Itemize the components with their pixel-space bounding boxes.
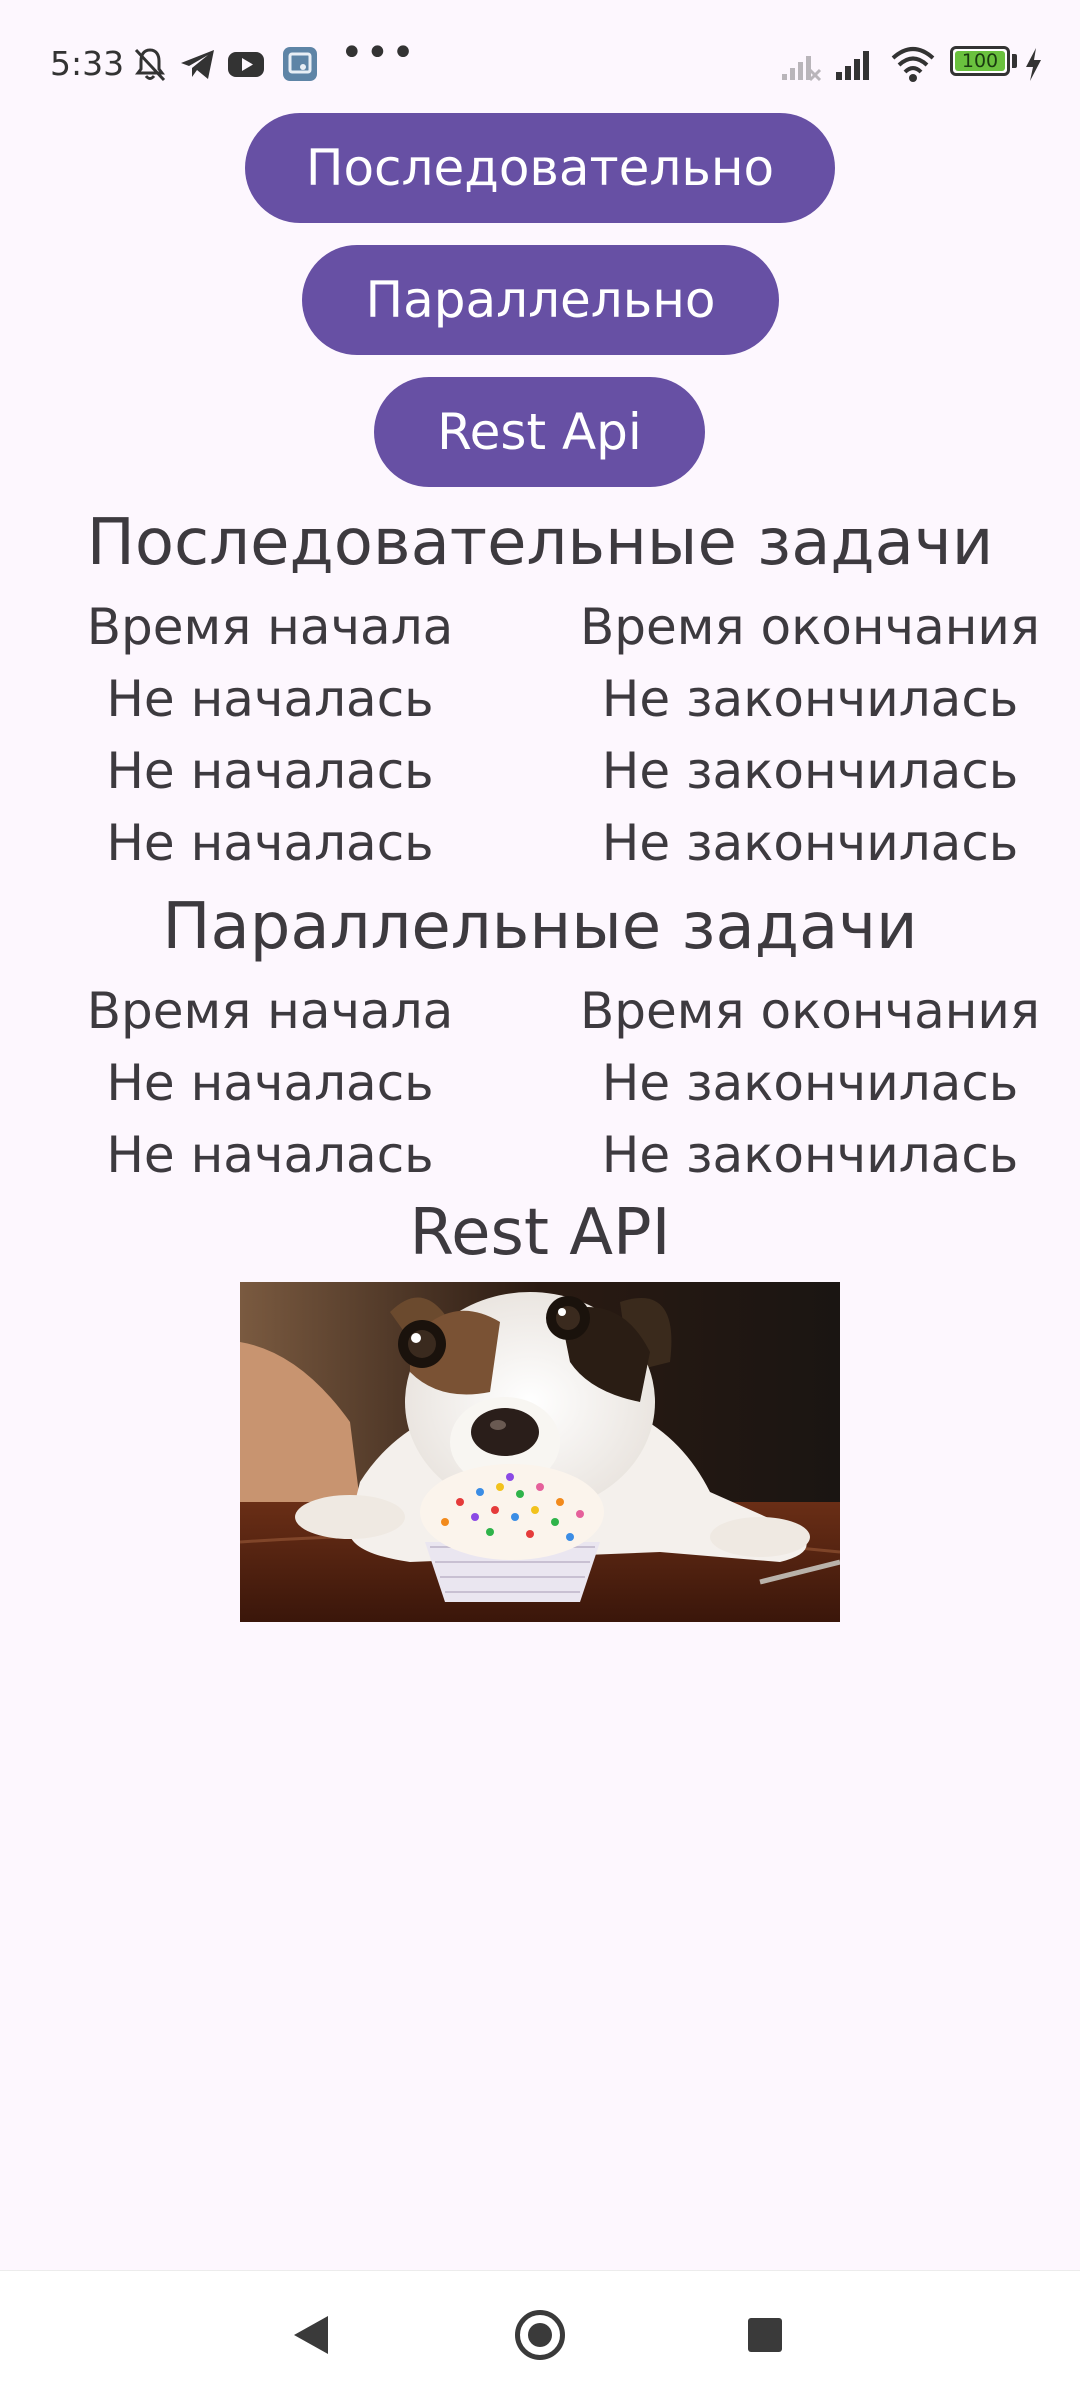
sequential-row-start: Не началась: [106, 742, 434, 800]
battery-tip: [1012, 54, 1017, 68]
parallel-button[interactable]: Параллельно: [302, 245, 779, 355]
sequential-header-end: Время окончания: [579, 598, 1040, 656]
sequential-title: Последовательные задачи: [86, 506, 994, 580]
back-icon[interactable]: [294, 2316, 328, 2354]
recent-apps-icon[interactable]: [748, 2318, 782, 2352]
parallel-row-end: Не закончилась: [601, 1126, 1019, 1184]
battery-text: 100: [961, 50, 999, 72]
sequential-row-end: Не закончилась: [601, 742, 1019, 800]
app-icon: [283, 47, 317, 81]
more-dots-icon: •••: [340, 30, 417, 76]
sequential-row-end: Не закончилась: [601, 814, 1019, 872]
rest-api-button[interactable]: Rest Api: [374, 377, 705, 487]
battery-icon: 100: [950, 46, 1010, 76]
status-time: 5:33: [50, 44, 125, 83]
sequential-row-start: Не началась: [106, 670, 434, 728]
sequential-row-end: Не закончилась: [601, 670, 1019, 728]
signal-icon-2: [836, 51, 869, 80]
parallel-row-start: Не началась: [106, 1126, 434, 1184]
sequential-row-start: Не началась: [106, 814, 434, 872]
signal-icon: [782, 56, 822, 82]
charging-bolt-icon: [1026, 48, 1041, 81]
parallel-header-end: Время окончания: [579, 982, 1040, 1040]
sequential-header-start: Время начала: [86, 598, 454, 656]
telegram-icon: [181, 50, 214, 79]
parallel-header-start: Время начала: [86, 982, 454, 1040]
status-bar: 5:33 ••• 100: [0, 0, 1080, 128]
parallel-row-start: Не началась: [106, 1054, 434, 1112]
home-icon[interactable]: [515, 2310, 565, 2360]
rest-api-title: Rest API: [409, 1196, 671, 1270]
sequential-button[interactable]: Последовательно: [245, 113, 835, 223]
home-icon-inner: [528, 2323, 552, 2347]
parallel-title: Параллельные задачи: [162, 890, 918, 964]
parallel-row-end: Не закончилась: [601, 1054, 1019, 1112]
wifi-icon: [891, 47, 935, 82]
mute-bell-icon: [134, 48, 166, 82]
youtube-icon: [228, 52, 264, 77]
dog-cupcake-image: [240, 1282, 840, 1622]
